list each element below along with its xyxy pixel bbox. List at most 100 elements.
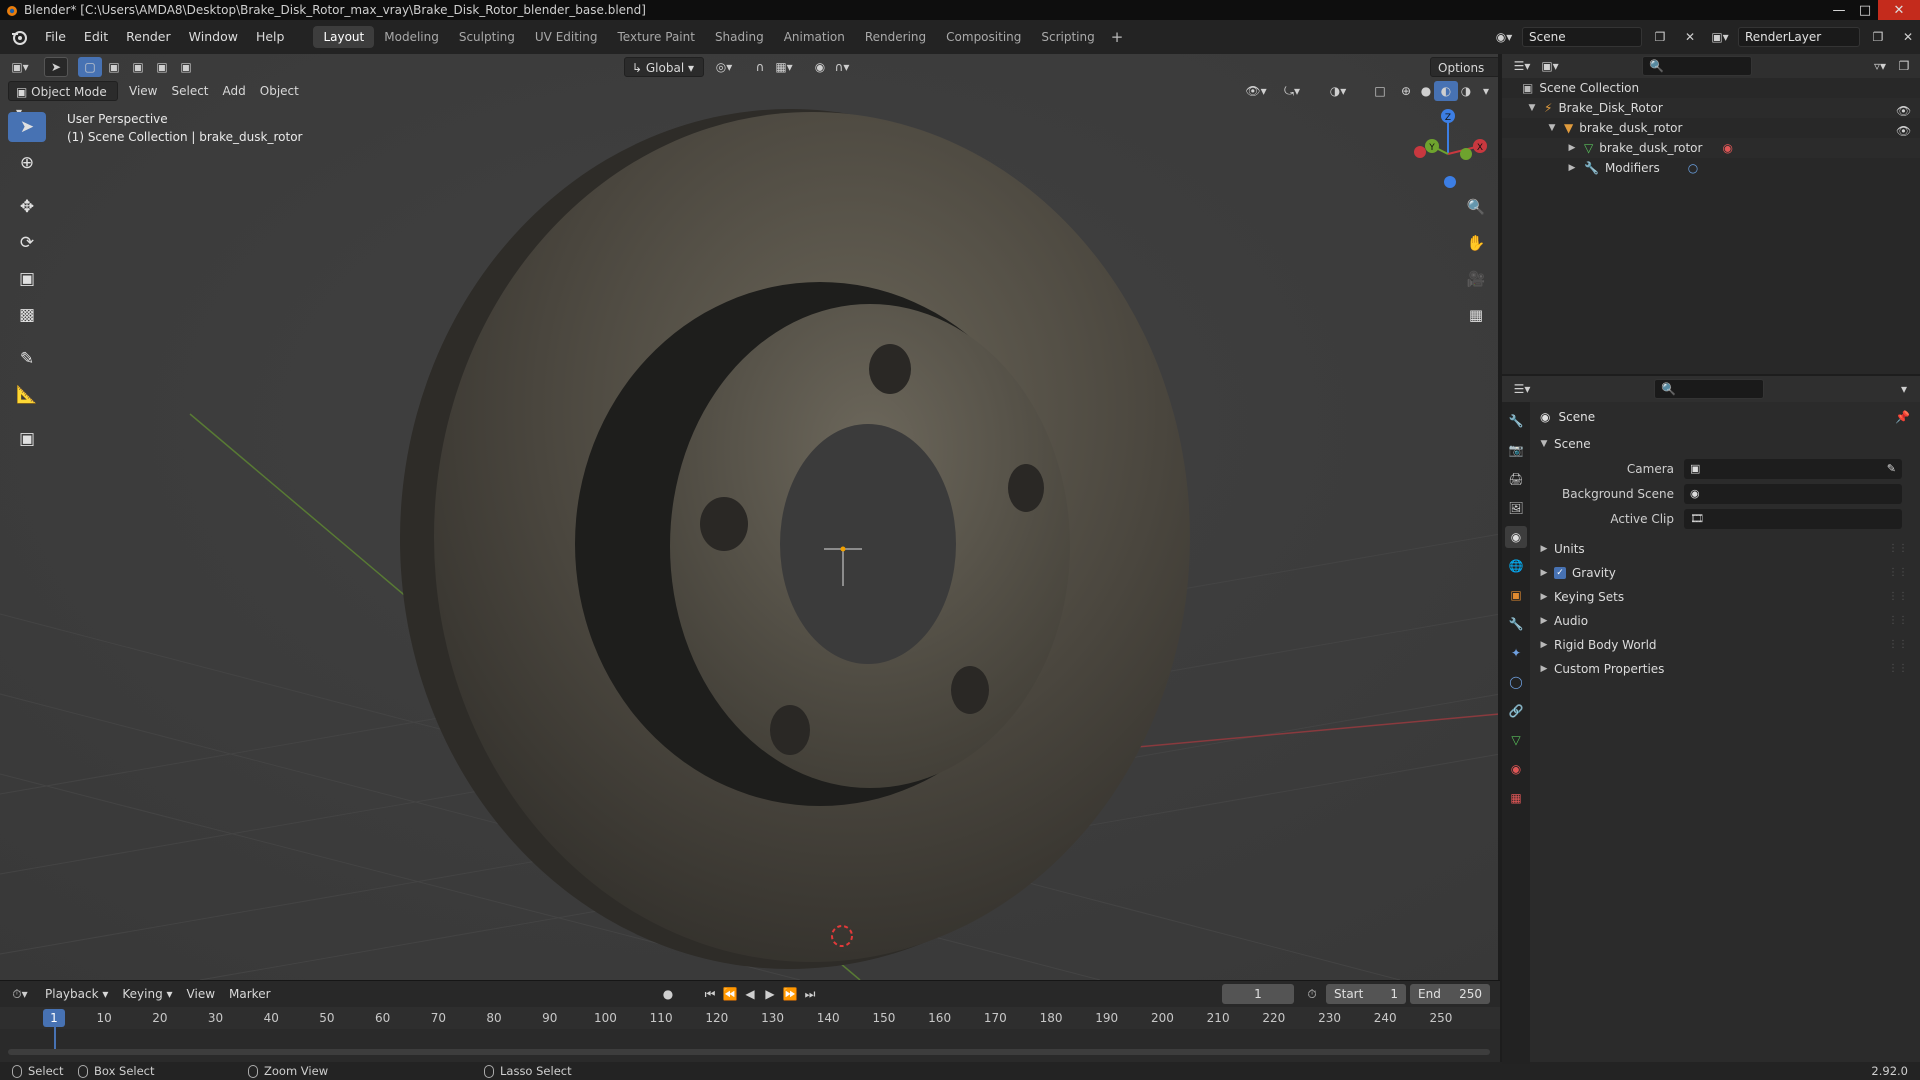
scene-selector-icon[interactable]: ◉▾ <box>1492 27 1516 47</box>
outliner-editor-type-icon[interactable]: ☰▾ <box>1510 56 1534 76</box>
object-tab-icon[interactable]: ▣ <box>1505 584 1527 606</box>
measure-tool-icon[interactable]: 📐 <box>8 380 46 410</box>
outliner-item-modifiers[interactable]: ▶ 🔧 Modifiers ○ <box>1502 158 1920 178</box>
add-menu[interactable]: Add <box>216 81 253 101</box>
tab-modeling[interactable]: Modeling <box>374 26 449 48</box>
tool-tab-icon[interactable]: 🔧 <box>1505 410 1527 432</box>
snap-target-icon[interactable]: ▦▾ <box>772 57 796 77</box>
new-scene-icon[interactable]: ❐ <box>1648 27 1672 47</box>
mode-dropdown[interactable]: ▣ Object Mode ▾ <box>8 81 118 119</box>
particles-tab-icon[interactable]: ✦ <box>1505 642 1527 664</box>
maximize-icon[interactable]: □ <box>1852 0 1878 20</box>
filter-icon[interactable]: ▿▾ <box>1868 56 1892 76</box>
minimize-icon[interactable]: — <box>1826 0 1852 20</box>
ortho-grid-icon[interactable]: ▦ <box>1463 302 1489 328</box>
jump-end-icon[interactable]: ⏭ <box>798 984 822 1004</box>
visibility-eye-icon[interactable]: 👁 <box>1896 121 1911 138</box>
add-cube-tool-icon[interactable]: ▣ <box>8 424 46 454</box>
blender-menu-icon[interactable] <box>10 28 28 46</box>
timeline-ruler[interactable]: 1 10 20 30 40 50 60 70 80 90 100 110 120 130 140 150 16… <box>0 1007 1500 1029</box>
outliner[interactable]: ☰▾ ▣▾ 🔍 ▿▾ ❐ ▣ Scene Collection ▼ ⚡ Brak… <box>1502 54 1920 374</box>
timeline-body[interactable] <box>0 1029 1500 1063</box>
camera-view-icon[interactable]: 🎥 <box>1463 266 1489 292</box>
data-tab-icon[interactable]: ▽ <box>1505 729 1527 751</box>
expand-triangle-icon[interactable]: ▼ <box>1526 98 1538 118</box>
modifier-tab-icon[interactable]: 🔧 <box>1505 613 1527 635</box>
proportional-edit-icon[interactable]: ◉ <box>808 57 832 77</box>
physics-tab-icon[interactable]: ◯ <box>1505 671 1527 693</box>
menu-edit[interactable]: Edit <box>75 20 117 54</box>
select-subtract-icon[interactable]: ▣ <box>126 57 150 77</box>
options-dropdown[interactable]: Options ▾ <box>1430 57 1498 95</box>
zoom-icon[interactable]: 🔍 <box>1463 194 1489 220</box>
scale-tool-icon[interactable]: ▣ <box>8 264 46 294</box>
eyedropper-icon[interactable]: ✎ <box>1887 462 1896 475</box>
collapse-triangle-icon[interactable]: ▶ <box>1566 158 1578 178</box>
transform-orientation-dropdown[interactable]: ↳ Global ▾ <box>624 57 704 77</box>
tab-layout[interactable]: Layout <box>313 26 375 48</box>
snap-icon[interactable]: ∩ <box>748 57 772 77</box>
timeline-editor-type-icon[interactable]: ⏱▾ <box>8 984 32 1004</box>
remove-scene-icon[interactable]: ✕ <box>1678 27 1702 47</box>
add-workspace-icon[interactable]: + <box>1105 28 1130 46</box>
record-icon[interactable]: ● <box>656 984 680 1004</box>
outliner-item-brake-disk-rotor[interactable]: ▼ ⚡ Brake_Disk_Rotor 👁 <box>1502 98 1920 118</box>
pin-icon[interactable]: 📌 <box>1895 410 1910 424</box>
tab-compositing[interactable]: Compositing <box>936 26 1031 48</box>
view-layer-icon[interactable]: ▣▾ <box>1708 27 1732 47</box>
start-frame-field[interactable]: Start 1 <box>1326 984 1406 1004</box>
properties-options-icon[interactable]: ▾ <box>1892 379 1916 399</box>
display-mode-icon[interactable]: ▣▾ <box>1538 56 1562 76</box>
scene-tab-icon[interactable]: ◉ <box>1505 526 1527 548</box>
constraints-tab-icon[interactable]: 🔗 <box>1505 700 1527 722</box>
timeline-scrollbar[interactable] <box>8 1049 1490 1055</box>
cursor-tool-icon[interactable]: ⊕ <box>8 148 46 178</box>
annotate-tool-icon[interactable]: ✎ <box>8 344 46 374</box>
properties-editor-type-icon[interactable]: ☰▾ <box>1510 379 1534 399</box>
new-layer-icon[interactable]: ❐ <box>1866 27 1890 47</box>
custom-properties-panel-header[interactable]: ▶ Custom Properties ⋮⋮ <box>1532 657 1920 681</box>
audio-panel-header[interactable]: ▶ Audio ⋮⋮ <box>1532 609 1920 633</box>
select-tool-icon[interactable]: ➤ <box>44 57 68 77</box>
select-menu[interactable]: Select <box>164 81 215 101</box>
tab-rendering[interactable]: Rendering <box>855 26 936 48</box>
select-new-icon[interactable]: ▢ <box>78 57 102 77</box>
renderlayer-field[interactable]: RenderLayer <box>1738 27 1860 47</box>
select-invert-icon[interactable]: ▣ <box>150 57 174 77</box>
view-layer-tab-icon[interactable]: 🖼 <box>1505 497 1527 519</box>
select-extend-icon[interactable]: ▣ <box>102 57 126 77</box>
active-clip-field[interactable]: 🎞 <box>1684 508 1902 529</box>
texture-tab-icon[interactable]: ▦ <box>1505 787 1527 809</box>
shading-options-icon[interactable]: ▾ <box>1474 81 1498 101</box>
visibility-icon[interactable]: 👁▾ <box>1244 81 1268 101</box>
gizmo-toggle-icon[interactable]: ⤿▾ <box>1280 81 1304 101</box>
pan-hand-icon[interactable]: ✋ <box>1463 230 1489 256</box>
tab-scripting[interactable]: Scripting <box>1031 26 1104 48</box>
pivot-point-icon[interactable]: ◎▾ <box>712 57 736 77</box>
rigid-body-panel-header[interactable]: ▶ Rigid Body World ⋮⋮ <box>1532 633 1920 657</box>
scene-panel-header[interactable]: ▼ Scene <box>1532 432 1920 456</box>
end-frame-field[interactable]: End 250 <box>1410 984 1490 1004</box>
menu-window[interactable]: Window <box>180 20 247 54</box>
object-menu[interactable]: Object <box>253 81 306 101</box>
keying-sets-panel-header[interactable]: ▶ Keying Sets ⋮⋮ <box>1532 585 1920 609</box>
current-frame-field[interactable]: 1 <box>1222 984 1294 1004</box>
remove-layer-icon[interactable]: ✕ <box>1896 27 1920 47</box>
close-icon[interactable]: ✕ <box>1878 0 1920 20</box>
gravity-panel-header[interactable]: ▶ ✓ Gravity ⋮⋮ <box>1532 561 1920 585</box>
select-intersect-icon[interactable]: ▣ <box>174 57 198 77</box>
move-tool-icon[interactable]: ✥ <box>8 192 46 222</box>
tab-sculpting[interactable]: Sculpting <box>449 26 525 48</box>
playback-menu[interactable]: Playback ▾ <box>38 984 115 1004</box>
outliner-search-input[interactable]: 🔍 <box>1642 56 1752 76</box>
output-tab-icon[interactable]: 🖨 <box>1505 468 1527 490</box>
outliner-item-brake-dusk-rotor[interactable]: ▼ ▼ brake_dusk_rotor 👁 <box>1502 118 1920 138</box>
visibility-eye-icon[interactable]: 👁 <box>1896 101 1911 118</box>
render-tab-icon[interactable]: 📷 <box>1505 439 1527 461</box>
3d-viewport[interactable]: Z X Y ▣▾ ➤ ▢ ▣ ▣ ▣ ▣ ↳ Global ▾ ◎▾ ∩ ▦▾ … <box>0 54 1500 980</box>
menu-help[interactable]: Help <box>247 20 294 54</box>
menu-render[interactable]: Render <box>117 20 180 54</box>
preview-range-icon[interactable]: ⏱ <box>1300 984 1324 1004</box>
rotate-tool-icon[interactable]: ⟳ <box>8 228 46 258</box>
material-tab-icon[interactable]: ◉ <box>1505 758 1527 780</box>
